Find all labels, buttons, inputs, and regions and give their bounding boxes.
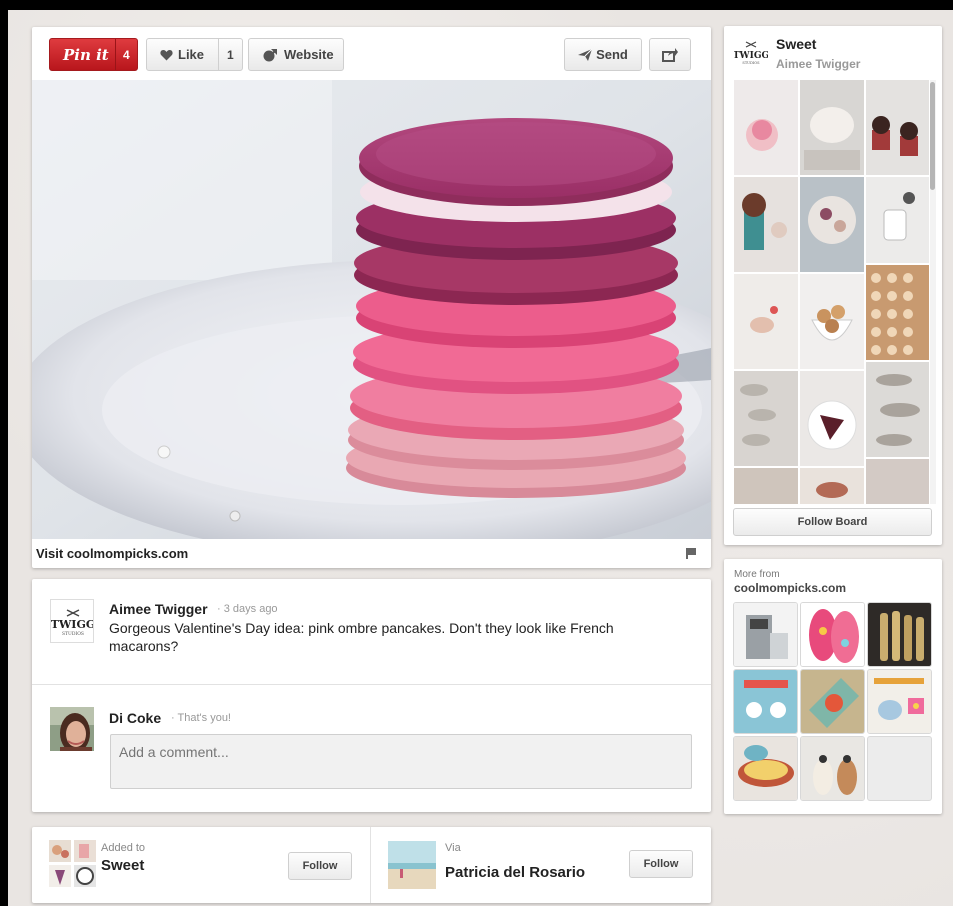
more-from-label: More from [734,569,780,580]
share-icon [662,47,678,62]
pin-image[interactable] [32,80,711,539]
twigg-logo: TWIGG STUDIOS [51,600,94,642]
board-thumb[interactable] [800,468,864,504]
board-owner-avatar[interactable]: TWIGG STUDIOS [733,37,769,71]
board-thumb[interactable] [800,371,864,466]
globe-arrow-icon [263,48,277,61]
send-button[interactable]: Send [564,38,642,71]
twigg-logo: TWIGG STUDIOS [733,37,769,71]
added-to-board[interactable]: Sweet [101,857,144,874]
divider [32,684,711,685]
website-label: Website [284,47,334,62]
author-avatar[interactable]: TWIGG STUDIOS [50,599,94,643]
paper-plane-icon [578,48,593,61]
twigg-logo-text: TWIGG [51,618,94,631]
comment-input[interactable] [110,734,692,789]
board-thumbnail[interactable] [49,840,97,888]
board-thumb[interactable] [734,177,798,272]
user-avatar[interactable] [50,707,94,751]
board-thumb[interactable] [734,468,798,504]
via-label: Via [445,842,461,854]
board-pin-grid [734,80,929,504]
like-count: 1 [217,39,242,70]
more-pin-thumb[interactable] [867,669,932,734]
board-owner[interactable]: Aimee Twigger [776,57,860,71]
more-pin-thumb[interactable] [733,602,798,667]
board-thumb[interactable] [866,362,929,457]
board-card: TWIGG STUDIOS Sweet Aimee Twigger Follow… [724,26,942,545]
website-button[interactable]: Website [248,38,344,71]
description-time: 3 days ago [223,603,278,615]
heart-icon [160,49,173,60]
board-name[interactable]: Sweet [776,36,816,52]
board-thumb[interactable] [734,371,798,466]
more-pin-thumb[interactable] [867,602,932,667]
board-thumb[interactable] [734,80,798,175]
visit-site-link[interactable]: Visit coolmompicks.com [36,546,188,561]
twigg-logo-sub: STUDIOS [742,61,760,65]
flag-icon[interactable] [686,548,696,559]
pin-count: 4 [114,39,137,70]
user-name[interactable]: Di Coke [109,710,161,726]
board-scrollbar[interactable] [930,80,936,504]
scrollbar-thumb[interactable] [930,82,935,190]
board-thumb[interactable] [866,265,929,360]
page-background: Pin it 4 Like 1 Website Send Visit coolm… [8,10,953,906]
more-from-card: More from coolmompicks.com [724,559,942,814]
follow-user-button[interactable]: Follow [629,850,693,878]
more-pin-thumb[interactable] [800,602,865,667]
more-pin-thumb[interactable] [800,669,865,734]
follow-board-button[interactable]: Follow [288,852,352,880]
follow-board-button[interactable]: Follow Board [733,508,932,536]
user-photo [50,707,94,751]
send-label: Send [596,47,628,62]
via-avatar-image [388,841,436,889]
description-text: Gorgeous Valentine's Day idea: pink ombr… [109,620,614,654]
board-thumbnails [734,80,929,504]
added-to-label: Added to [101,842,146,854]
pin-it-label: Pin it [63,45,109,64]
via-name[interactable]: Patricia del Rosario [445,864,585,881]
twigg-logo-text: TWIGG [734,51,768,61]
description-time-wrap: · 3 days ago [217,603,278,615]
description-card: TWIGG STUDIOS Aimee Twigger · 3 days ago… [32,579,711,812]
more-pin-thumb[interactable] [733,669,798,734]
pancake-photo [32,80,711,539]
user-note: That's you! [177,712,231,724]
like-label: Like [178,47,205,62]
via-avatar[interactable] [388,841,436,889]
share-button[interactable] [649,38,691,71]
more-from-source[interactable]: coolmompicks.com [734,581,846,595]
board-thumb[interactable] [866,177,929,263]
description-author[interactable]: Aimee Twigger [109,601,208,617]
twigg-logo-sub: STUDIOS [62,631,84,637]
board-thumb[interactable] [866,80,929,175]
divider [370,827,371,903]
added-via-card: Added to Sweet Follow Via Patricia del R… [32,827,711,903]
like-button[interactable]: Like 1 [146,38,243,71]
more-pin-placeholder [867,736,932,801]
board-thumb[interactable] [866,459,929,504]
visit-bar: Visit coolmompicks.com [32,539,711,568]
like-label-group: Like [147,47,218,62]
pin-it-button[interactable]: Pin it 4 [49,38,138,71]
user-note-wrap: · That's you! [171,712,231,724]
pin-toolbar: Pin it 4 Like 1 Website Send [32,27,711,80]
board-thumb[interactable] [734,274,798,369]
more-pin-thumb[interactable] [800,736,865,801]
pin-card: Pin it 4 Like 1 Website Send Visit coolm… [32,27,711,568]
board-thumbnail-image [49,840,97,888]
board-thumb[interactable] [800,80,864,175]
more-pin-thumb[interactable] [733,736,798,801]
board-thumb[interactable] [800,177,864,272]
board-thumb[interactable] [800,274,864,369]
